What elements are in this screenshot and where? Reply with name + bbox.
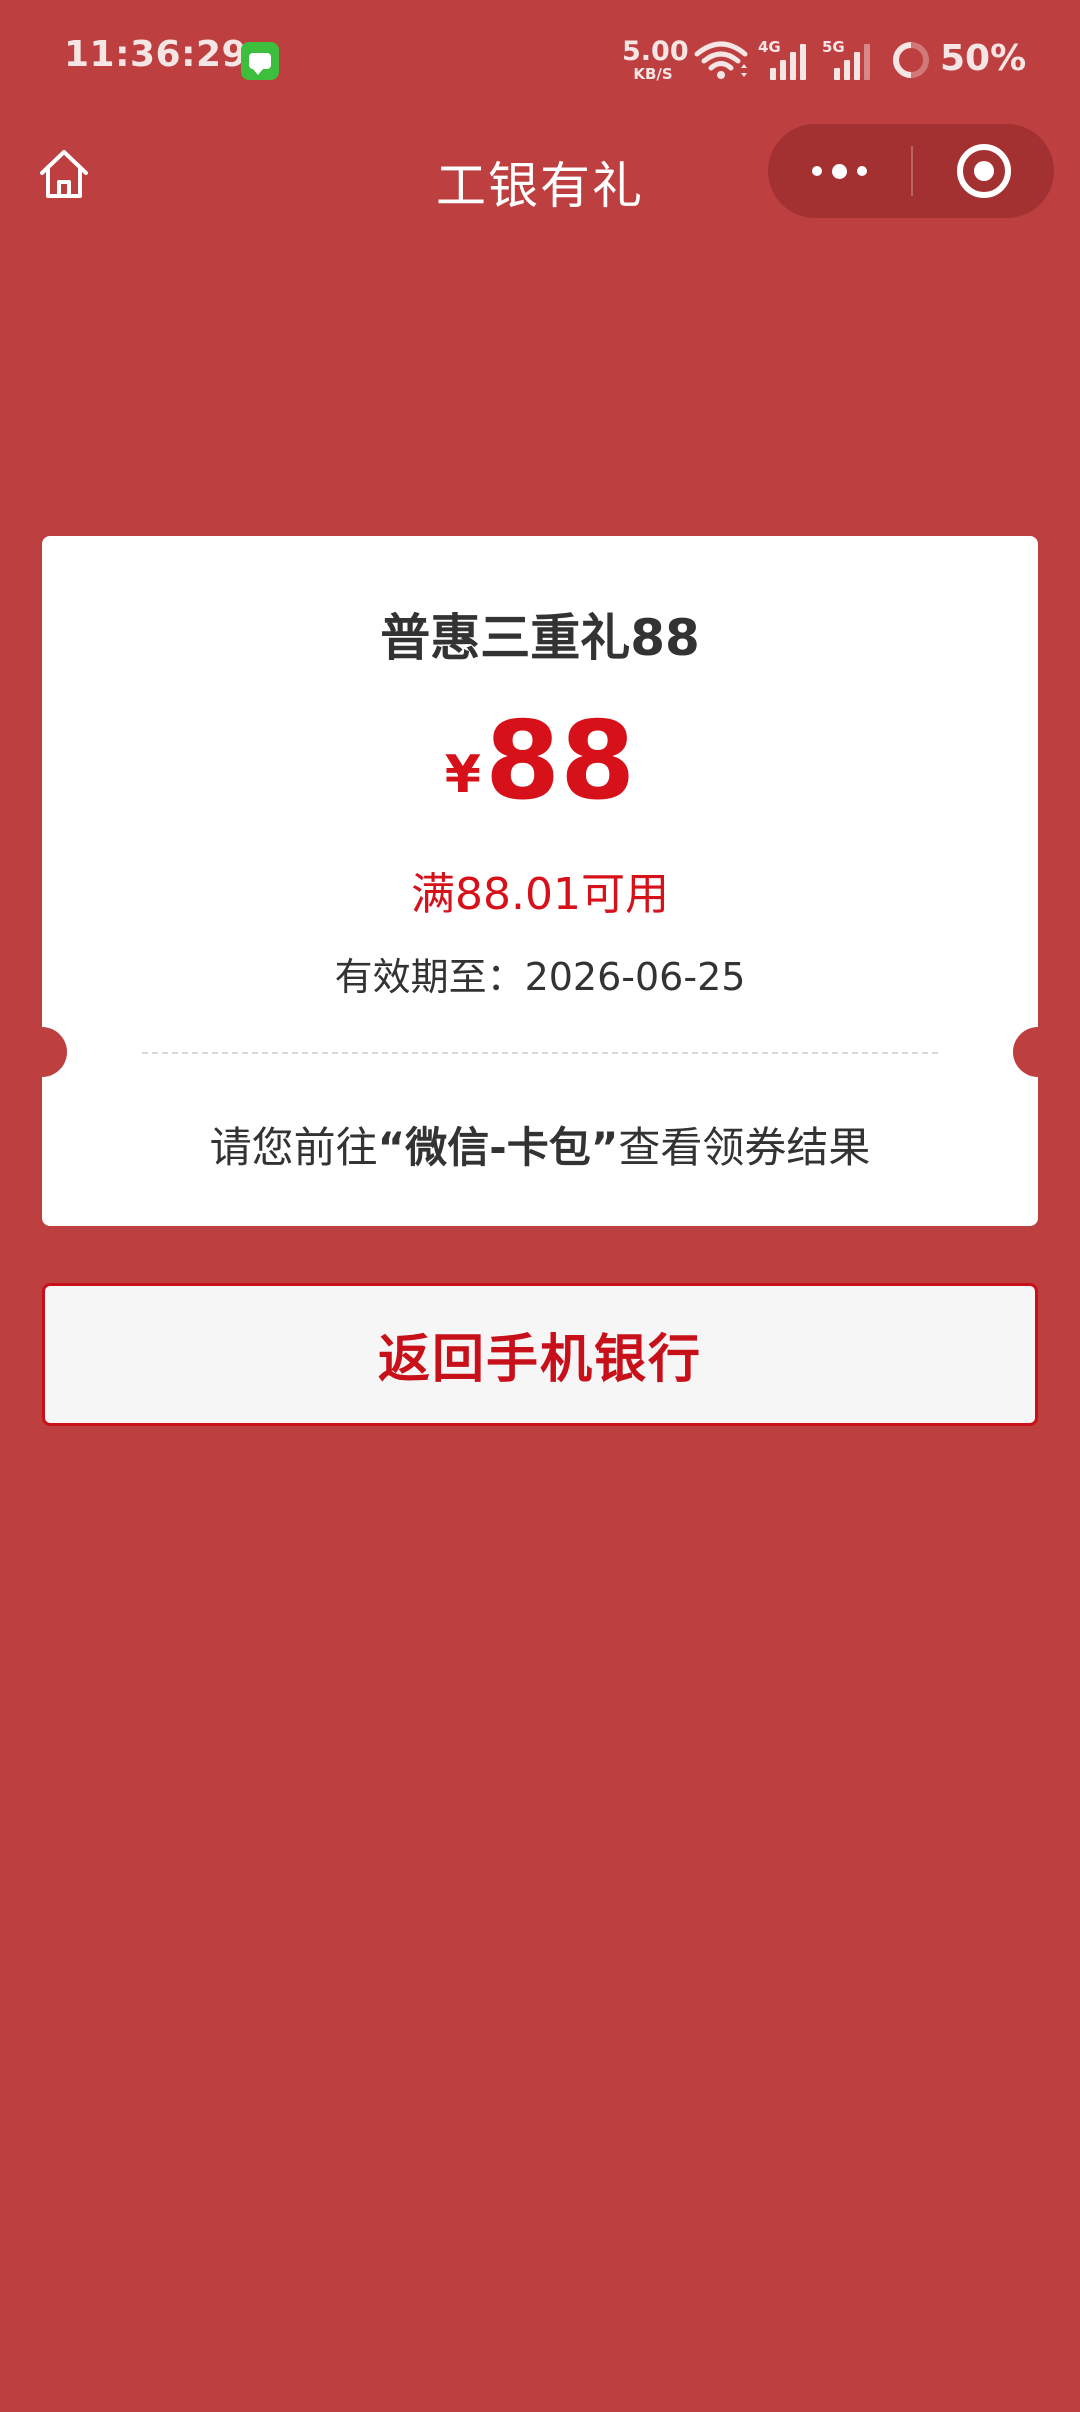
signal-bars-icon xyxy=(834,44,870,80)
signal-4g-indicator: 4G xyxy=(758,38,818,82)
coupon-condition: 满88.01可用 xyxy=(411,869,669,920)
signal-5g-indicator: 5G xyxy=(822,38,882,82)
more-dots-icon xyxy=(856,166,867,176)
coupon-title: 普惠三重礼88 xyxy=(380,609,700,667)
network-speed-value: 5.00 xyxy=(622,36,689,67)
status-time: 11:36:29 xyxy=(64,34,248,75)
dashed-divider xyxy=(142,1052,938,1054)
coupon-card: 普惠三重礼88 ¥88 满88.01可用 有效期至：2026-06-25 请您前… xyxy=(42,536,1038,1226)
target-close-icon xyxy=(957,144,1011,198)
status-bar: 11:36:29 5.00 KB/S 4G 5G 50% xyxy=(0,0,1080,124)
capsule-divider xyxy=(911,146,913,196)
coupon-amount-value: 88 xyxy=(484,699,636,824)
coupon-hint-suffix: 查看领券结果 xyxy=(618,1123,871,1172)
coupon-hint: 请您前往“微信-卡包”查看领券结果 xyxy=(42,1114,1038,1175)
coupon-notch-left xyxy=(17,1027,67,1077)
coupon-amount: ¥88 xyxy=(42,708,1038,816)
mini-program-capsule xyxy=(768,124,1054,218)
more-dots-icon xyxy=(811,166,822,176)
more-dots-icon xyxy=(831,163,847,179)
more-button[interactable] xyxy=(768,124,910,218)
network-speed-unit: KB/S xyxy=(633,65,673,83)
return-to-mobile-bank-button[interactable]: 返回手机银行 xyxy=(42,1283,1038,1426)
wifi-icon xyxy=(694,41,748,79)
signal-bars-icon xyxy=(770,44,806,80)
coupon-hint-highlight: “微信-卡包” xyxy=(377,1123,619,1172)
coupon-hint-prefix: 请您前往 xyxy=(209,1123,378,1172)
battery-percentage: 50% xyxy=(940,38,1027,79)
close-button[interactable] xyxy=(914,124,1054,218)
battery-ring-icon xyxy=(893,42,929,78)
coupon-notch-right xyxy=(1013,1027,1063,1077)
network-speed: 5.00 KB/S xyxy=(622,36,689,83)
nav-bar: 工银有礼 xyxy=(0,124,1080,220)
coupon-validity: 有效期至：2026-06-25 xyxy=(334,955,746,999)
coupon-currency-symbol: ¥ xyxy=(444,745,481,805)
message-app-icon xyxy=(241,42,279,80)
